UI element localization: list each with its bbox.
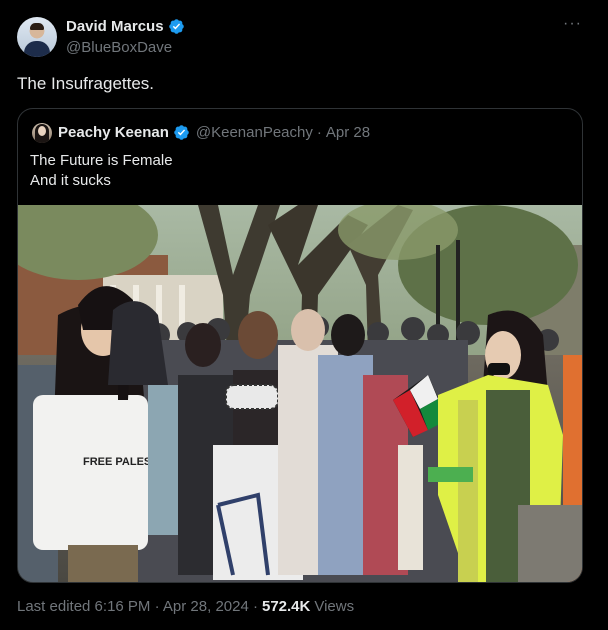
views-label: Views: [314, 598, 355, 615]
quoted-separator: ·: [316, 124, 322, 141]
author-avatar[interactable]: [17, 17, 57, 57]
quoted-text-line: The Future is Female: [30, 152, 173, 169]
author-handle[interactable]: @BlueBoxDave: [66, 39, 172, 56]
verified-badge-icon: [168, 19, 184, 34]
tweet: David Marcus @BlueBoxDave ··· The Insufr…: [0, 0, 608, 630]
shirt-text: FREE PALES: [83, 456, 151, 468]
views-count: 572.4K: [261, 598, 311, 615]
author-name-row[interactable]: David Marcus: [66, 18, 185, 35]
quoted-date[interactable]: Apr 28: [326, 124, 370, 141]
tweet-footer: Last edited 6:16 PM · Apr 28, 2024 · 572…: [17, 598, 354, 615]
tweet-text: The Insufragettes.: [17, 74, 155, 93]
quoted-header: Peachy Keenan @KeenanPeachy · Apr 28: [58, 124, 370, 141]
quoted-text-line: And it sucks: [30, 172, 111, 189]
verified-badge-icon: [174, 125, 189, 140]
crowd-protest-photo[interactable]: FREE PALES: [18, 205, 582, 582]
edited-timestamp[interactable]: Last edited 6:16 PM · Apr 28, 2024 ·: [17, 598, 258, 615]
quoted-author-avatar[interactable]: [32, 123, 52, 143]
quoted-handle[interactable]: @KeenanPeachy: [196, 124, 313, 141]
quoted-display-name[interactable]: Peachy Keenan: [58, 124, 169, 141]
author-display-name[interactable]: David Marcus: [66, 18, 164, 35]
quoted-tweet[interactable]: Peachy Keenan @KeenanPeachy · Apr 28 The…: [17, 108, 583, 583]
more-options-button[interactable]: ···: [563, 16, 582, 32]
quoted-text: The Future is Female And it sucks: [30, 151, 173, 191]
